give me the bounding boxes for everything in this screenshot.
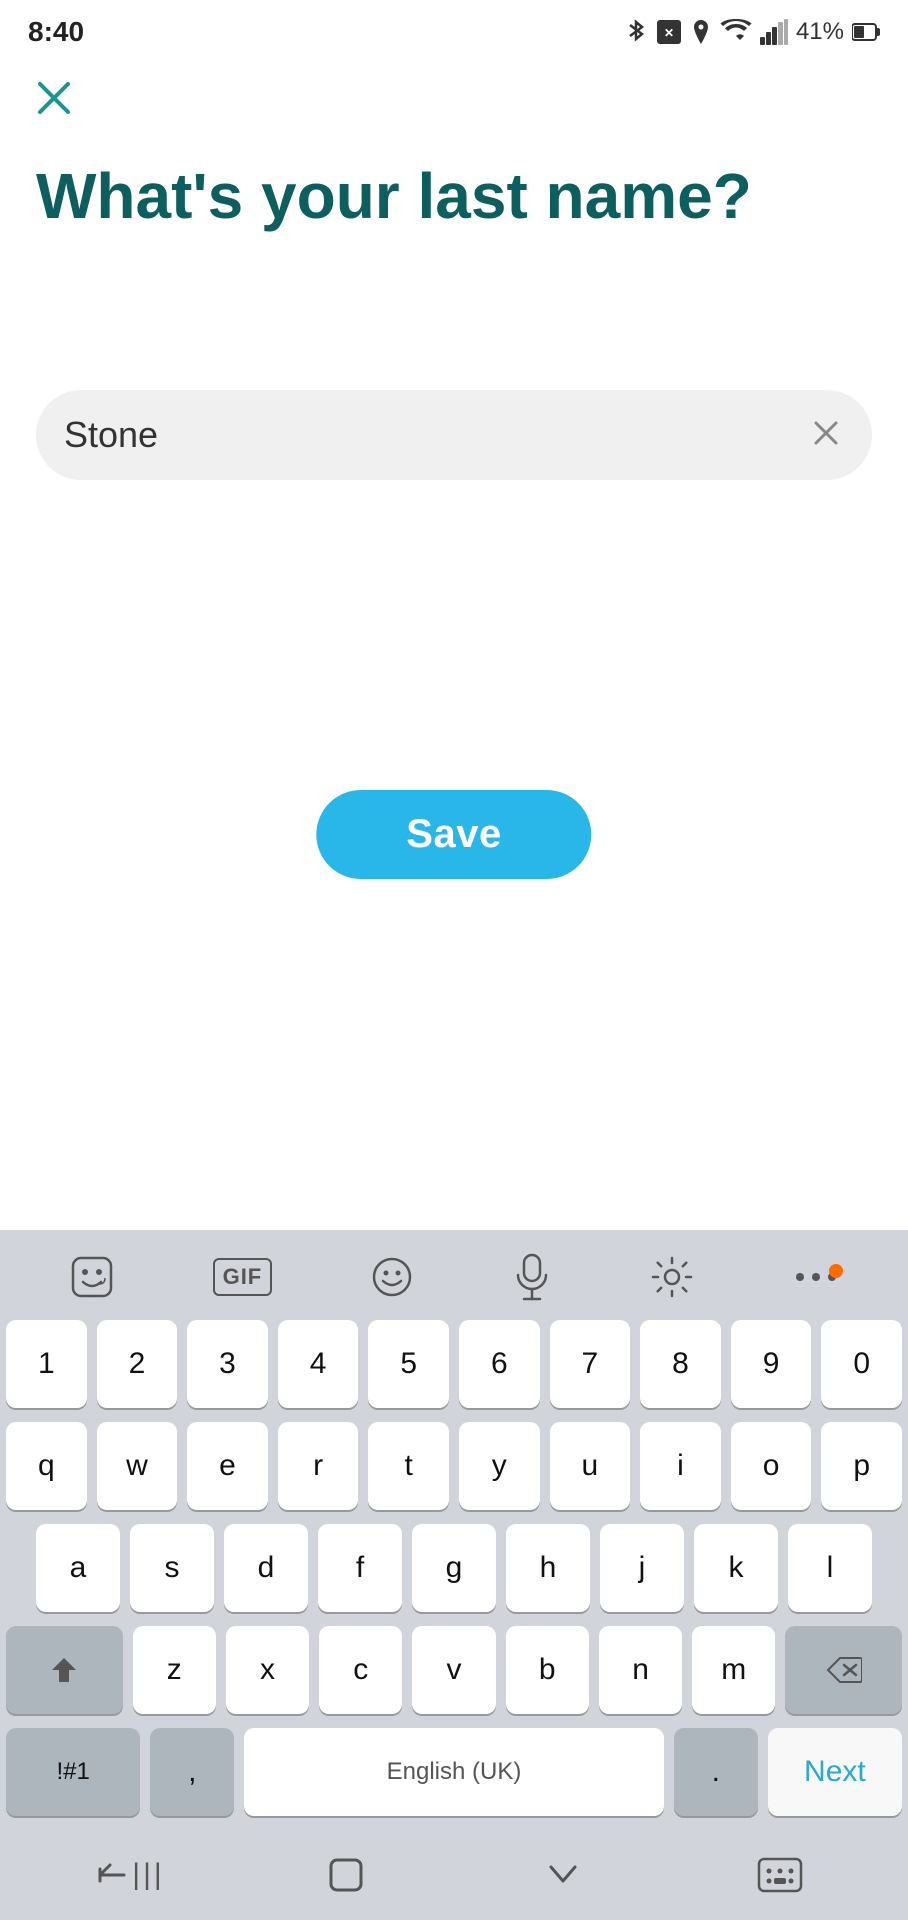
status-icons: ✕ 41% [624,18,880,46]
keyboard: GIF [0,1230,908,1920]
symbol-key[interactable]: !#1 [6,1728,140,1816]
comma-key[interactable]: , [150,1728,234,1816]
home-button[interactable] [237,1852,454,1898]
gif-icon[interactable]: GIF [213,1258,273,1296]
key-i[interactable]: i [640,1422,721,1510]
key-0[interactable]: 0 [821,1320,902,1408]
notification-dot [829,1264,843,1278]
sticker-icon[interactable] [69,1254,115,1300]
page-title: What's your last name? [36,160,872,234]
keyboard-toggle-button[interactable] [671,1857,888,1893]
space-key[interactable]: English (UK) [244,1728,664,1816]
key-h[interactable]: h [506,1524,590,1612]
mute-icon: ✕ [656,19,682,45]
key-a[interactable]: a [36,1524,120,1612]
battery-text: 41% [796,18,844,46]
key-2[interactable]: 2 [97,1320,178,1408]
key-r[interactable]: r [278,1422,359,1510]
battery-icon [852,22,880,42]
key-f[interactable]: f [318,1524,402,1612]
zxcv-row: z x c v b n m [6,1626,902,1714]
key-b[interactable]: b [506,1626,589,1714]
bluetooth-icon [624,18,648,46]
key-7[interactable]: 7 [550,1320,631,1408]
status-time: 8:40 [28,16,84,48]
emoji-icon[interactable] [370,1255,414,1299]
key-e[interactable]: e [187,1422,268,1510]
svg-text:✕: ✕ [664,26,674,40]
bottom-row: !#1 , English (UK) . Next [6,1728,902,1816]
key-y[interactable]: y [459,1422,540,1510]
close-button[interactable] [32,76,76,125]
key-k[interactable]: k [694,1524,778,1612]
asdf-row: a s d f g h j k l [6,1524,902,1612]
key-s[interactable]: s [130,1524,214,1612]
key-6[interactable]: 6 [459,1320,540,1408]
key-p[interactable]: p [821,1422,902,1510]
key-m[interactable]: m [692,1626,775,1714]
recents-button[interactable] [454,1859,671,1891]
keyboard-rows: 1 2 3 4 5 6 7 8 9 0 q w e r t y u i o p … [0,1320,908,1816]
key-4[interactable]: 4 [278,1320,359,1408]
settings-icon[interactable] [649,1254,695,1300]
key-u[interactable]: u [550,1422,631,1510]
bottom-nav-bar: ||| [0,1830,908,1920]
key-v[interactable]: v [412,1626,495,1714]
key-8[interactable]: 8 [640,1320,721,1408]
key-z[interactable]: z [133,1626,216,1714]
key-9[interactable]: 9 [731,1320,812,1408]
qwerty-row: q w e r t y u i o p [6,1422,902,1510]
key-1[interactable]: 1 [6,1320,87,1408]
location-icon [690,18,712,46]
wifi-icon [720,19,752,45]
save-button[interactable]: Save [316,790,591,879]
shift-key[interactable] [6,1626,123,1714]
number-row: 1 2 3 4 5 6 7 8 9 0 [6,1320,902,1408]
last-name-input[interactable] [64,414,808,456]
status-bar: 8:40 ✕ 41% [0,0,908,60]
key-g[interactable]: g [412,1524,496,1612]
last-name-input-container [36,390,872,480]
key-c[interactable]: c [319,1626,402,1714]
key-w[interactable]: w [97,1422,178,1510]
key-t[interactable]: t [368,1422,449,1510]
key-d[interactable]: d [224,1524,308,1612]
key-n[interactable]: n [599,1626,682,1714]
key-o[interactable]: o [731,1422,812,1510]
key-q[interactable]: q [6,1422,87,1510]
key-3[interactable]: 3 [187,1320,268,1408]
key-x[interactable]: x [226,1626,309,1714]
back-button[interactable]: ||| [20,1855,237,1895]
mic-icon[interactable] [512,1253,552,1301]
key-l[interactable]: l [788,1524,872,1612]
key-j[interactable]: j [600,1524,684,1612]
more-icon[interactable] [793,1268,839,1286]
period-key[interactable]: . [674,1728,758,1816]
clear-input-button[interactable] [808,415,844,456]
keyboard-toolbar: GIF [0,1230,908,1320]
signal-icon [760,19,788,45]
key-5[interactable]: 5 [368,1320,449,1408]
backspace-key[interactable] [785,1626,902,1714]
next-key[interactable]: Next [768,1728,902,1816]
